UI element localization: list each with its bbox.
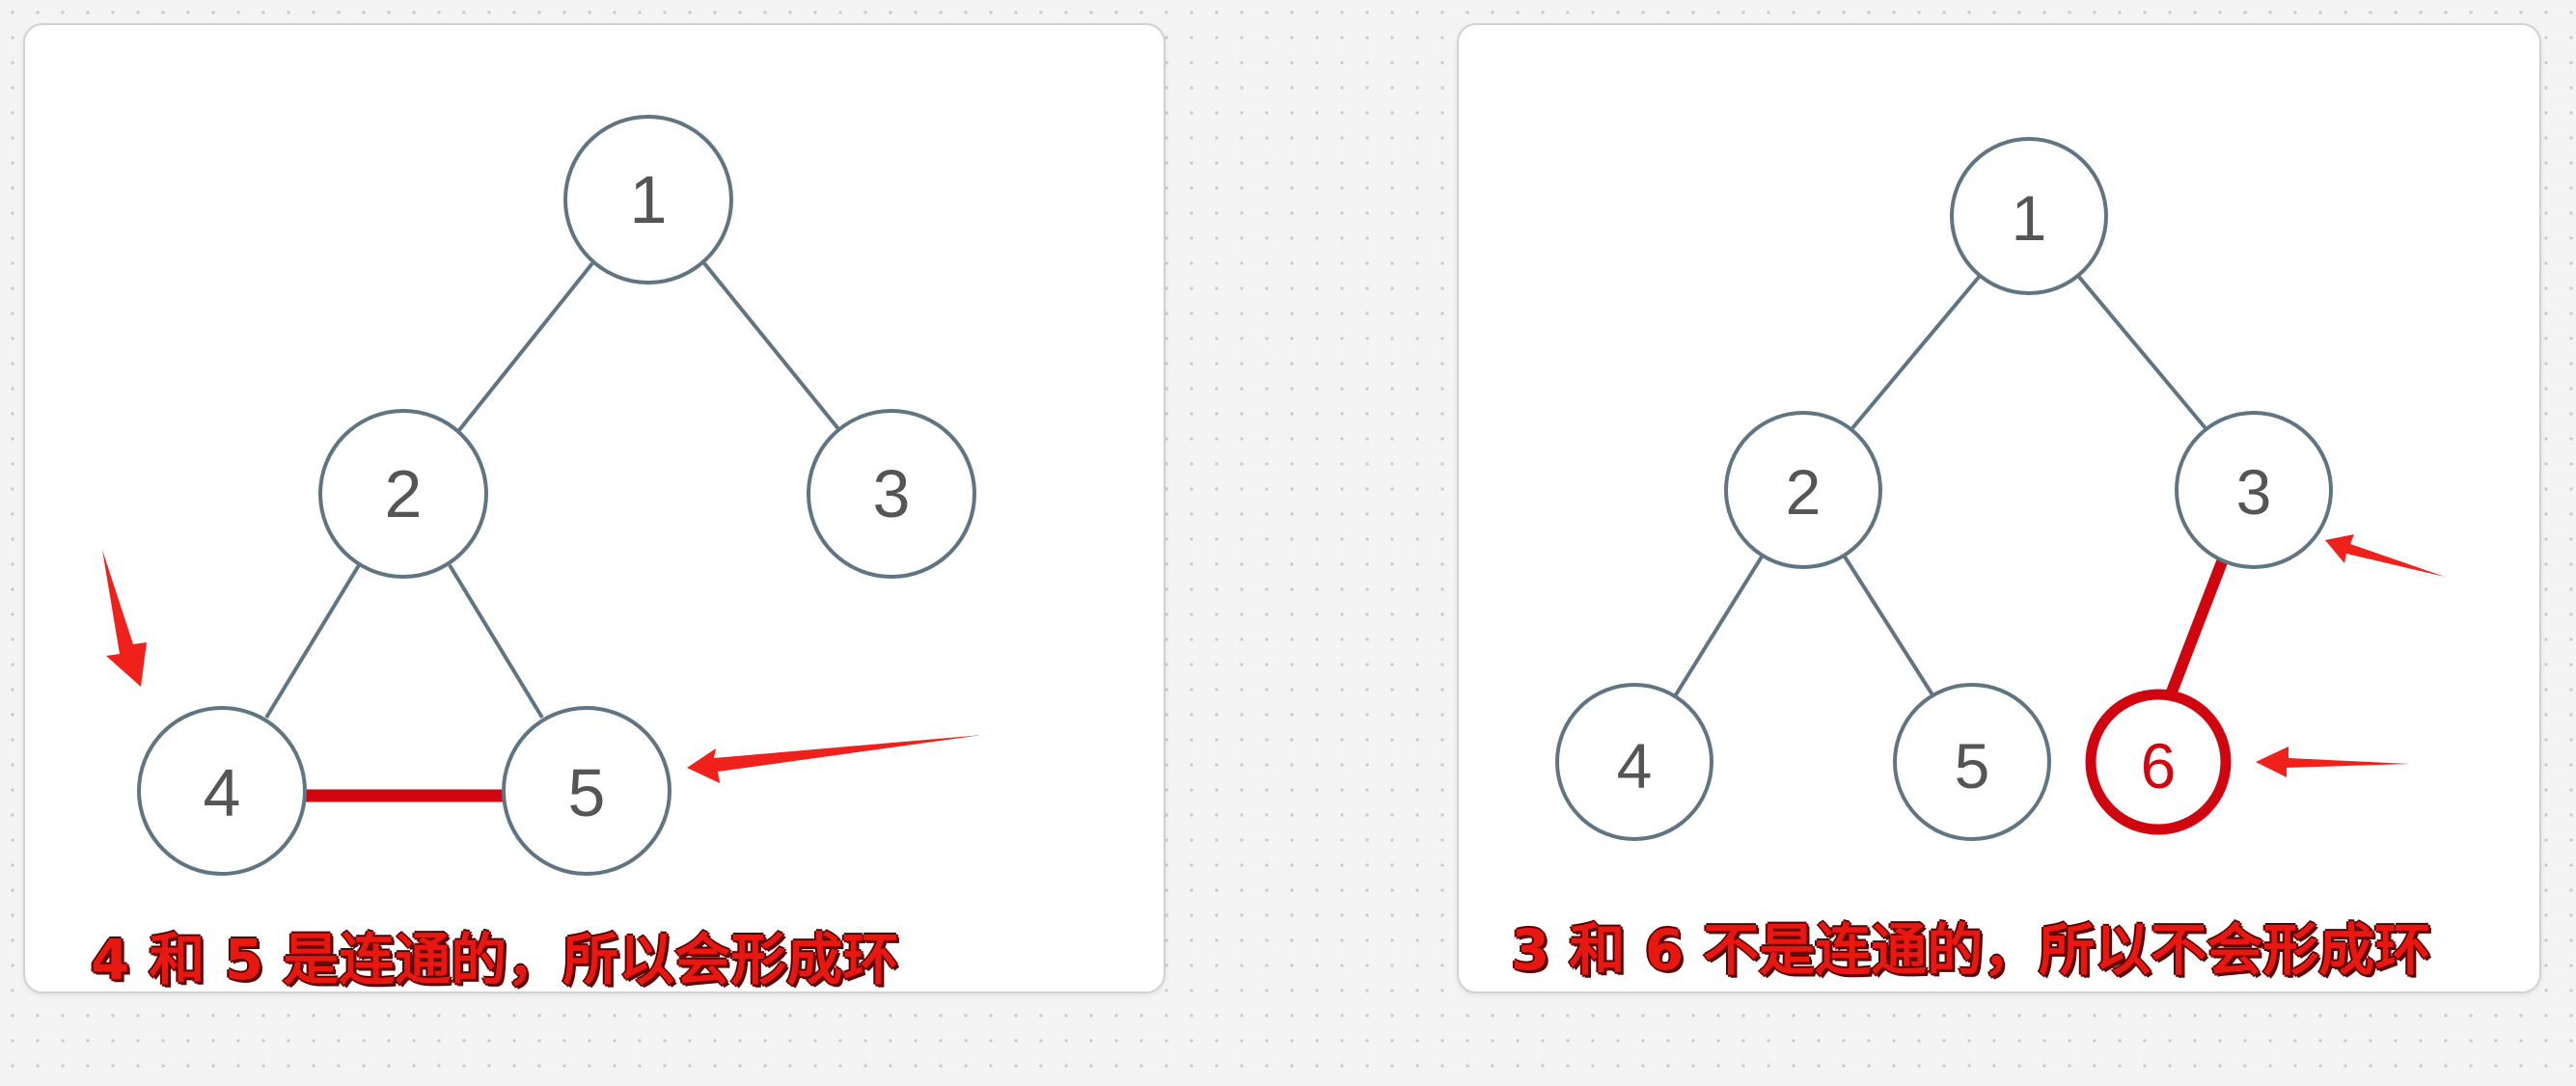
edge-2-4 [1673, 552, 1766, 698]
node-3: 3 [2175, 411, 2333, 569]
node-label: 5 [1955, 730, 1990, 801]
edge-2-5 [1841, 552, 1935, 698]
left-caption: 4 和 5 是连通的，所以会形成环 [91, 927, 899, 992]
node-label: 6 [2141, 730, 2177, 801]
node-1: 1 [1950, 137, 2108, 295]
node-6-highlight: 6 [2085, 689, 2232, 835]
node-2: 2 [1724, 411, 1882, 569]
edge-3-6-highlight [2165, 557, 2229, 697]
right-caption: 3 和 6 不是连通的，所以不会形成环 [1511, 917, 2431, 983]
node-label: 3 [2236, 456, 2272, 528]
node-4: 4 [137, 706, 307, 876]
edge-1-3 [2076, 274, 2207, 430]
node-5: 5 [1893, 683, 2051, 841]
arrow-pointing-node-5 [687, 735, 982, 783]
right-tree: 1 2 3 4 5 6 [1555, 137, 2445, 841]
left-tree: 1 2 3 4 5 [102, 115, 982, 876]
node-4: 4 [1555, 683, 1713, 841]
node-label: 1 [2012, 182, 2047, 254]
node-label: 2 [385, 456, 423, 531]
node-label: 1 [630, 162, 668, 237]
edge-1-3 [702, 261, 841, 432]
arrow-pointing-node-4 [102, 550, 147, 687]
node-1: 1 [563, 115, 733, 285]
node-label: 4 [204, 755, 241, 830]
arrow-pointing-node-6 [2256, 747, 2410, 777]
edge-2-5 [448, 563, 544, 719]
node-label: 5 [568, 755, 606, 830]
node-3: 3 [807, 409, 976, 579]
edge-1-2 [457, 261, 594, 432]
node-label: 2 [1786, 456, 1822, 528]
node-label: 4 [1617, 730, 1653, 801]
node-5: 5 [502, 706, 671, 876]
node-2: 2 [318, 409, 488, 579]
edge-2-4 [264, 563, 361, 719]
arrow-pointing-node-3 [2325, 534, 2445, 577]
edge-1-2 [1850, 274, 1982, 430]
node-label: 3 [873, 456, 911, 531]
